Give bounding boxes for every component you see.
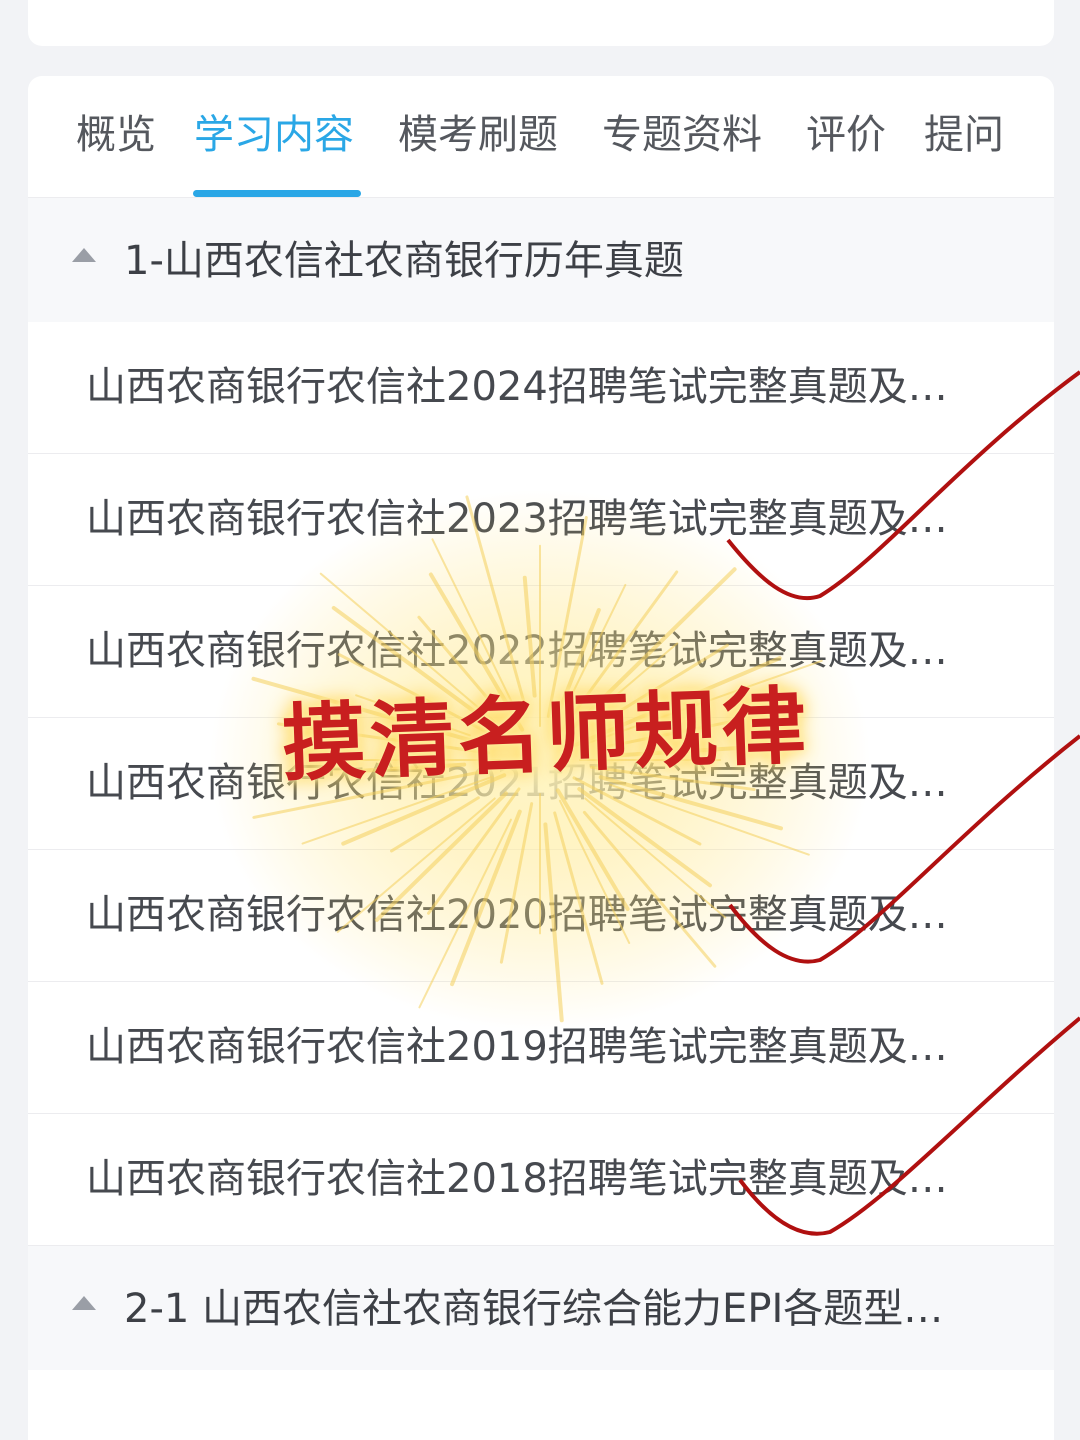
section-header-past-exams[interactable]: 1-山西农信社农商银行历年真题 <box>28 198 1054 322</box>
section-header-epi[interactable]: 2-1 山西农信社农商银行综合能力EPI各题型… <box>28 1246 1054 1370</box>
tab-reviews[interactable]: 评价 <box>806 110 886 160</box>
list-item[interactable]: 山西农商银行农信社2018招聘笔试完整真题及… <box>28 1114 1054 1246</box>
list-item-label: 山西农商银行农信社2020招聘笔试完整真题及… <box>86 892 948 938</box>
list-item-label: 山西农商银行农信社2022招聘笔试完整真题及… <box>86 628 948 674</box>
active-tab-indicator <box>193 190 361 197</box>
tab-mock-exam[interactable]: 模考刷题 <box>398 110 558 160</box>
list-item[interactable]: 山西农商银行农信社2024招聘笔试完整真题及… <box>28 322 1054 454</box>
list-item-label: 山西农商银行农信社2018招聘笔试完整真题及… <box>86 1156 948 1202</box>
section-title: 2-1 山西农信社农商银行综合能力EPI各题型… <box>124 1286 944 1332</box>
collapse-triangle-icon[interactable] <box>72 1296 96 1310</box>
slogan-text: 摸清名师规律 <box>280 675 812 794</box>
list-item-label: 山西农商银行农信社2019招聘笔试完整真题及… <box>86 1024 948 1070</box>
tab-study-content[interactable]: 学习内容 <box>194 110 354 160</box>
section-title: 1-山西农信社农商银行历年真题 <box>124 238 684 284</box>
list-item-label: 山西农商银行农信社2024招聘笔试完整真题及… <box>86 364 948 410</box>
tab-questions[interactable]: 提问 <box>924 110 1004 160</box>
tab-overview[interactable]: 概览 <box>76 110 156 160</box>
tab-topic-materials[interactable]: 专题资料 <box>602 110 762 160</box>
tab-bar: 概览 学习内容 模考刷题 专题资料 评价 提问 <box>28 76 1054 198</box>
top-card <box>28 0 1054 46</box>
collapse-triangle-icon[interactable] <box>72 248 96 262</box>
list-item-label: 山西农商银行农信社2023招聘笔试完整真题及… <box>86 496 948 542</box>
list-item[interactable]: 山西农商银行农信社2023招聘笔试完整真题及… <box>28 454 1054 586</box>
list-item[interactable]: 山西农商银行农信社2019招聘笔试完整真题及… <box>28 982 1054 1114</box>
list-item[interactable]: 山西农商银行农信社2020招聘笔试完整真题及… <box>28 850 1054 982</box>
